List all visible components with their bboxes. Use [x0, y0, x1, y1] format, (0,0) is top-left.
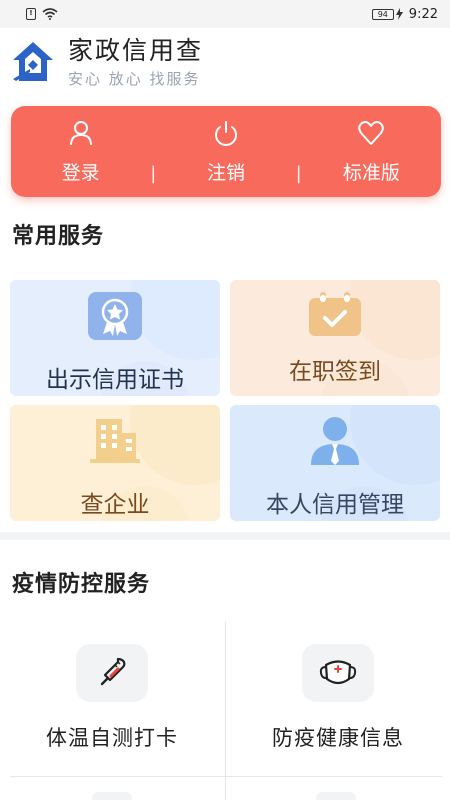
query-enterprise-label: 查企业 [80, 492, 150, 518]
on-duty-checkin-label: 在职签到 [289, 359, 381, 385]
on-duty-checkin-tile[interactable]: 在职签到 [230, 280, 440, 396]
health-info-item[interactable]: 防疫健康信息 [226, 622, 450, 777]
common-services-title: 常用服务 [12, 224, 105, 249]
next-row-icon-box [316, 792, 356, 800]
heart-icon [358, 121, 385, 145]
personal-credit-management-tile[interactable]: 本人信用管理 [230, 405, 440, 521]
power-icon [215, 121, 237, 146]
login-button[interactable]: 登录 [11, 106, 150, 197]
standard-version-label: 标准版 [342, 162, 400, 184]
certificate-badge-icon [88, 292, 142, 340]
standard-version-button[interactable]: 标准版 [302, 106, 441, 197]
health-info-label: 防疫健康信息 [272, 726, 404, 750]
temperature-checkin-item[interactable]: 体温自测打卡 [0, 622, 224, 777]
epidemic-services-title: 疫情防控服务 [12, 572, 151, 597]
show-credit-certificate-tile[interactable]: 出示信用证书 [10, 280, 220, 396]
personal-credit-management-label: 本人信用管理 [266, 492, 404, 518]
status-bar: ! 94 9:22 [0, 0, 450, 28]
section-divider [0, 532, 450, 540]
temperature-checkin-label: 体温自测打卡 [46, 726, 178, 750]
app-title: 家政信用查 [68, 35, 204, 65]
logout-button[interactable]: 注销 [156, 106, 295, 197]
app-slogan: 安心 放心 找服务 [68, 69, 201, 88]
user-icon [69, 121, 92, 146]
app-logo-icon [13, 42, 53, 81]
logout-label: 注销 [206, 162, 245, 184]
mask-icon [319, 660, 357, 685]
next-row-icon-box [92, 792, 132, 800]
battery-level: 94 [371, 8, 394, 20]
health-info-icon-box [302, 644, 374, 702]
building-icon [90, 419, 140, 463]
auth-separator: | [150, 163, 157, 184]
app-header: 家政信用查 安心 放心 找服务 [0, 28, 450, 96]
clock: 9:22 [408, 6, 438, 22]
login-label: 登录 [61, 162, 100, 184]
sim-alert-icon: ! [26, 8, 36, 20]
thermometer-icon [100, 657, 126, 686]
app-title-block: 家政信用查 安心 放心 找服务 [68, 36, 203, 89]
person-tie-icon [311, 417, 359, 465]
wifi-icon [42, 8, 58, 20]
query-enterprise-tile[interactable]: 查企业 [10, 405, 220, 521]
status-bar-right: 94 9:22 [371, 6, 438, 22]
charging-icon [395, 8, 403, 20]
temperature-icon-box [76, 644, 148, 702]
auth-card: 登录 | 注销 | 标准版 [11, 106, 441, 197]
battery-indicator: 94 [371, 8, 403, 20]
show-credit-certificate-label: 出示信用证书 [46, 367, 184, 393]
status-bar-left: ! [26, 8, 58, 20]
auth-separator: | [295, 163, 302, 184]
calendar-check-icon [309, 292, 361, 336]
